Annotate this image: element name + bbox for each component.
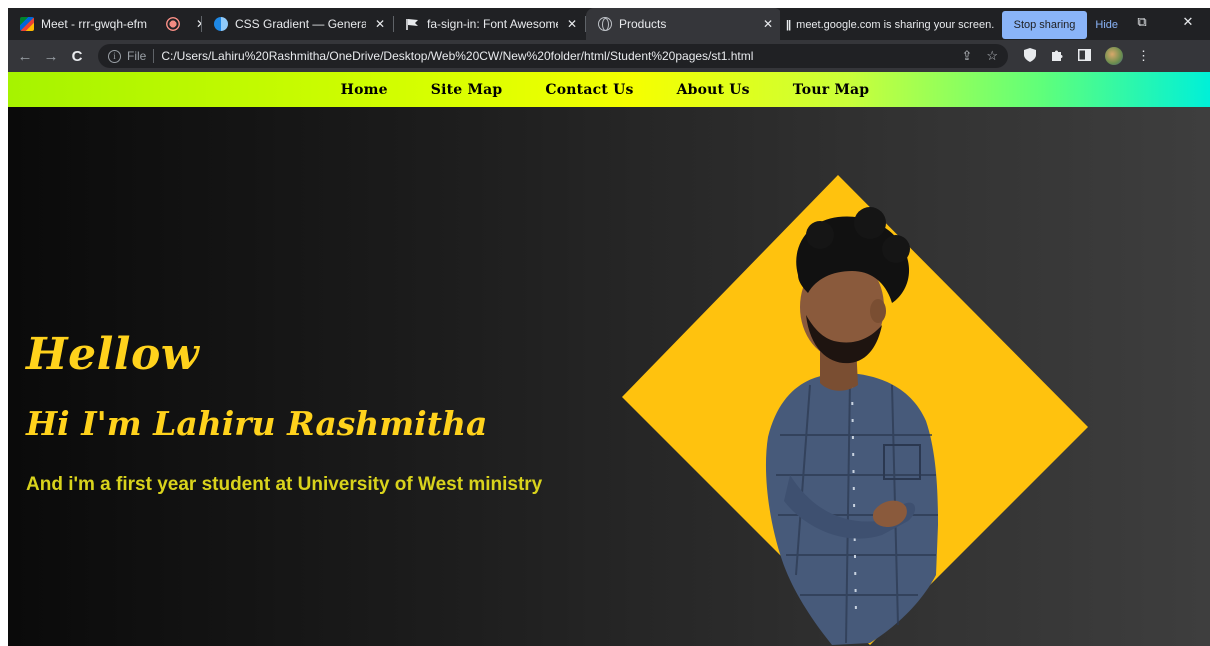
screen-share-bar: || meet.google.com is sharing your scree… (780, 8, 1132, 42)
close-window-icon[interactable]: ✕ (1166, 8, 1210, 38)
browser-toolbar: ← → C i File C:/Users/Lahiru%20Rashmitha… (8, 40, 1210, 72)
css-gradient-icon (214, 17, 228, 31)
forward-icon[interactable]: → (38, 48, 64, 65)
tab-close-icon[interactable]: ✕ (760, 16, 776, 32)
side-panel-icon[interactable] (1078, 48, 1091, 64)
profile-portrait (622, 175, 1088, 645)
tab-title: fa-sign-in: Font Awesome Ico (427, 17, 558, 31)
hero-intro: Hi I'm Lahiru Rashmitha (26, 404, 488, 443)
globe-icon (598, 17, 612, 31)
shield-extension-icon[interactable] (1024, 47, 1036, 65)
url-text[interactable]: C:/Users/Lahiru%20Rashmitha/OneDrive/Des… (161, 49, 753, 63)
nav-link-contact-us[interactable]: Contact Us (545, 82, 633, 98)
tab-font-awesome[interactable]: fa-sign-in: Font Awesome Ico ✕ (394, 8, 586, 40)
stop-sharing-button[interactable]: Stop sharing (1001, 11, 1088, 39)
google-meet-icon (20, 17, 34, 31)
nav-link-tour-map[interactable]: Tour Map (793, 82, 870, 98)
nav-link-site-map[interactable]: Site Map (431, 82, 503, 98)
scheme-label: File (127, 49, 147, 63)
nav-link-home[interactable]: Home (341, 82, 388, 98)
hero-subtitle: And i'm a first year student at Universi… (26, 474, 543, 495)
recording-icon (166, 17, 180, 31)
menu-kebab-icon[interactable]: ⋮ (1137, 48, 1150, 64)
info-icon[interactable]: i (108, 49, 121, 63)
hide-button[interactable]: Hide (1095, 19, 1118, 31)
web-page: Home Site Map Contact Us About Us Tour M… (8, 72, 1210, 646)
restore-window-icon[interactable]: ⧉ (1120, 8, 1164, 38)
hero-greeting: Hellow (26, 329, 200, 380)
nav-link-about-us[interactable]: About Us (677, 82, 750, 98)
site-navbar: Home Site Map Contact Us About Us Tour M… (8, 72, 1210, 107)
share-message: meet.google.com is sharing your screen. (796, 19, 995, 31)
flag-icon (406, 17, 420, 31)
pause-icon: || (786, 19, 791, 31)
tab-title: Products (619, 17, 667, 31)
tab-products[interactable]: Products ✕ (586, 8, 782, 40)
tab-title: Meet - rrr-gwqh-efm (41, 17, 148, 31)
tab-recording[interactable]: ✕ (154, 8, 202, 40)
tab-close-icon[interactable]: ✕ (372, 16, 388, 32)
back-icon[interactable]: ← (12, 48, 38, 65)
extensions-puzzle-icon[interactable] (1050, 48, 1064, 65)
share-icon[interactable]: ⇪ (961, 48, 972, 64)
reload-icon[interactable]: C (64, 48, 90, 65)
bookmark-star-icon[interactable]: ☆ (986, 48, 998, 64)
tab-title: CSS Gradient — Generator, M (235, 17, 366, 31)
tab-css-gradient[interactable]: CSS Gradient — Generator, M ✕ (202, 8, 394, 40)
address-bar[interactable]: i File C:/Users/Lahiru%20Rashmitha/OneDr… (98, 44, 1008, 68)
tab-close-icon[interactable]: ✕ (564, 16, 580, 32)
profile-avatar[interactable] (1105, 47, 1123, 65)
hero-section: Hellow Hi I'm Lahiru Rashmitha And i'm a… (8, 107, 1210, 646)
tab-google-meet[interactable]: Meet - rrr-gwqh-efm (8, 8, 154, 40)
